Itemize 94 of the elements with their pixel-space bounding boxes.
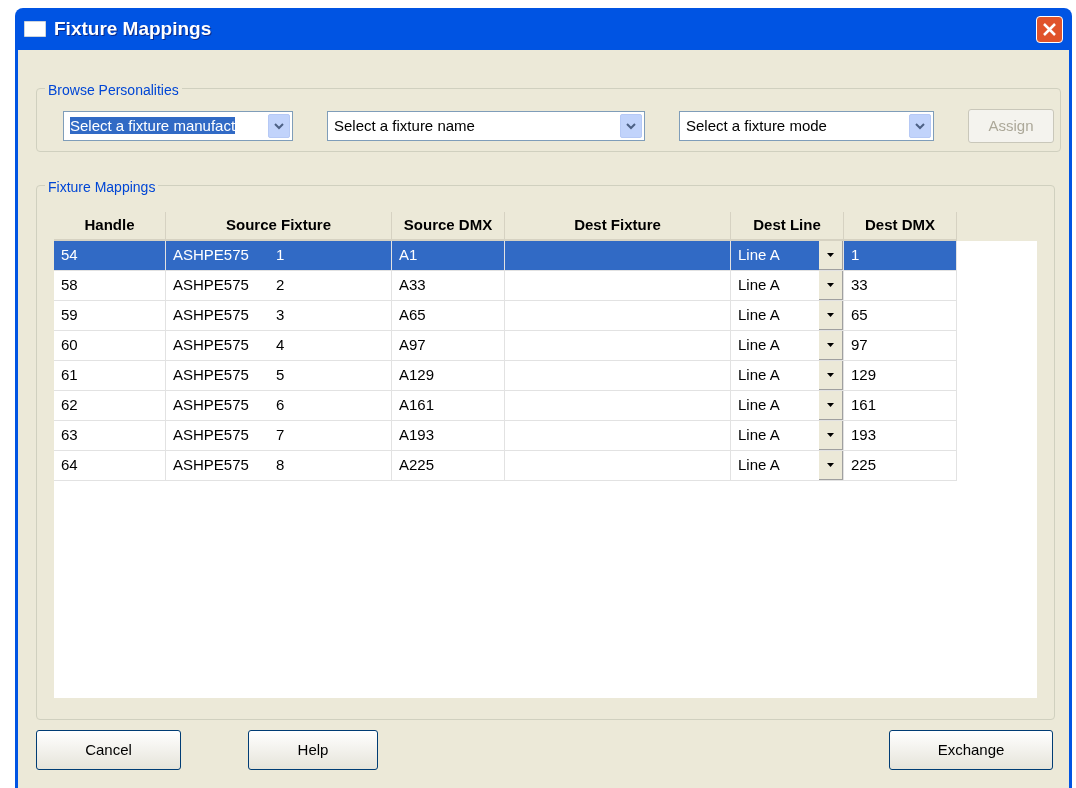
column-header[interactable]: Source Fixture (166, 212, 392, 241)
table-row[interactable]: 60 ASHPE575 4 A97 Line A 97 (54, 331, 957, 361)
dropdown-button[interactable] (819, 241, 843, 270)
caret-icon (827, 253, 834, 257)
close-button[interactable] (1036, 15, 1063, 43)
column-header[interactable]: Dest Fixture (505, 212, 731, 241)
caret-icon (827, 343, 834, 347)
table-cell-text: A225 (399, 455, 435, 476)
caret-icon (827, 463, 834, 467)
caret-icon (827, 403, 834, 407)
table-row[interactable]: 58 ASHPE575 2 A33 Line A 33 (54, 271, 957, 301)
table-row[interactable]: 54 ASHPE575 1 A1 Line A 1 (54, 241, 957, 271)
table-cell-text: Line A (738, 335, 781, 356)
fixture-number: 6 (275, 395, 285, 416)
dropdown-button[interactable] (819, 421, 843, 450)
table-cell-text: 61 (61, 365, 78, 386)
chevron-icon (274, 122, 284, 130)
table-cell-text: Line A (738, 455, 781, 476)
table-cell-text: A65 (399, 305, 426, 326)
dropdown[interactable]: Select a fixture name (327, 111, 645, 141)
chevron-icon (626, 122, 636, 130)
caret-icon (827, 373, 834, 377)
table-cell-text: 58 (61, 275, 78, 296)
table-row[interactable]: 63 ASHPE575 7 A193 Line A 193 (54, 421, 957, 451)
dropdown-button[interactable] (819, 331, 843, 360)
close-icon (1042, 21, 1057, 37)
table-cell-text: Line A (738, 395, 781, 416)
table-cell-text: A33 (399, 275, 426, 296)
table-cell-text: Line A (738, 245, 781, 266)
dropdown-button[interactable] (819, 271, 843, 300)
table-cell-text: A1 (399, 245, 418, 266)
table-cell-text: 1 (851, 245, 860, 266)
table-cell-text: A129 (399, 365, 435, 386)
table-cell-text: A193 (399, 425, 435, 446)
dialog-button[interactable]: Exchange (889, 730, 1053, 770)
table-cell-text: 161 (851, 395, 877, 416)
column-header[interactable]: Dest DMX (844, 212, 957, 241)
table-cell-text: 129 (851, 365, 877, 386)
fixture-number: 3 (275, 305, 285, 326)
fixture-name: ASHPE575 (173, 455, 249, 476)
table-cell-text: 59 (61, 305, 78, 326)
dropdown-button[interactable] (819, 361, 843, 390)
dropdown-button[interactable] (909, 114, 931, 138)
table-cell-text: Line A (738, 275, 781, 296)
table-cell-text: 54 (61, 245, 78, 266)
table-cell-text: 60 (61, 335, 78, 356)
table-cell-text: 97 (851, 335, 868, 356)
chevron-icon (915, 122, 925, 130)
table-row[interactable]: 64 ASHPE575 8 A225 Line A 225 (54, 451, 957, 481)
caret-icon (827, 433, 834, 437)
table-cell-text: Line A (738, 425, 781, 446)
window-title: Fixture Mappings (54, 16, 212, 41)
table-row[interactable]: 59 ASHPE575 3 A65 Line A 65 (54, 301, 957, 331)
dropdown-button[interactable] (268, 114, 290, 138)
table-cell-text: Line A (738, 305, 781, 326)
fixture-name: ASHPE575 (173, 305, 249, 326)
column-header[interactable]: Dest Line (731, 212, 844, 241)
dialog-button[interactable]: Cancel (36, 730, 181, 770)
table-cell-text: A161 (399, 395, 435, 416)
fixture-name: ASHPE575 (173, 395, 249, 416)
table-cell-text: A97 (399, 335, 426, 356)
fixture-number: 2 (275, 275, 285, 296)
window-icon (24, 21, 46, 37)
dropdown-button[interactable] (819, 391, 843, 420)
column-header[interactable]: Source DMX (392, 212, 505, 241)
fixture-name: ASHPE575 (173, 275, 249, 296)
fixture-number: 1 (275, 245, 285, 266)
fixture-name: ASHPE575 (173, 425, 249, 446)
table-cell-text: 63 (61, 425, 78, 446)
table-cell-text: 33 (851, 275, 868, 296)
table-cell-text: 62 (61, 395, 78, 416)
caret-icon (827, 313, 834, 317)
dialog-button[interactable]: Help (248, 730, 378, 770)
fixture-number: 7 (275, 425, 285, 446)
fixture-number: 5 (275, 365, 285, 386)
fixture-name: ASHPE575 (173, 335, 249, 356)
dropdown-button[interactable] (819, 451, 843, 480)
table-cell-text: 65 (851, 305, 868, 326)
table-cell-text: Line A (738, 365, 781, 386)
caret-icon (827, 283, 834, 287)
dropdown[interactable]: Select a fixture mode (679, 111, 934, 141)
table-cell-text: 64 (61, 455, 78, 476)
dropdown-button[interactable] (819, 301, 843, 330)
table-row[interactable]: 62 ASHPE575 6 A161 Line A 161 (54, 391, 957, 421)
fixture-name: ASHPE575 (173, 365, 249, 386)
fixture-number: 4 (275, 335, 285, 356)
table-row[interactable]: 61 ASHPE575 5 A129 Line A 129 (54, 361, 957, 391)
dropdown[interactable]: Select a fixture manufact (63, 111, 293, 141)
table-cell-text: 193 (851, 425, 877, 446)
column-header[interactable]: Handle (54, 212, 166, 241)
table-cell-text: 225 (851, 455, 877, 476)
dropdown-button[interactable] (620, 114, 642, 138)
fixture-number: 8 (275, 455, 285, 476)
fixture-name: ASHPE575 (173, 245, 249, 266)
